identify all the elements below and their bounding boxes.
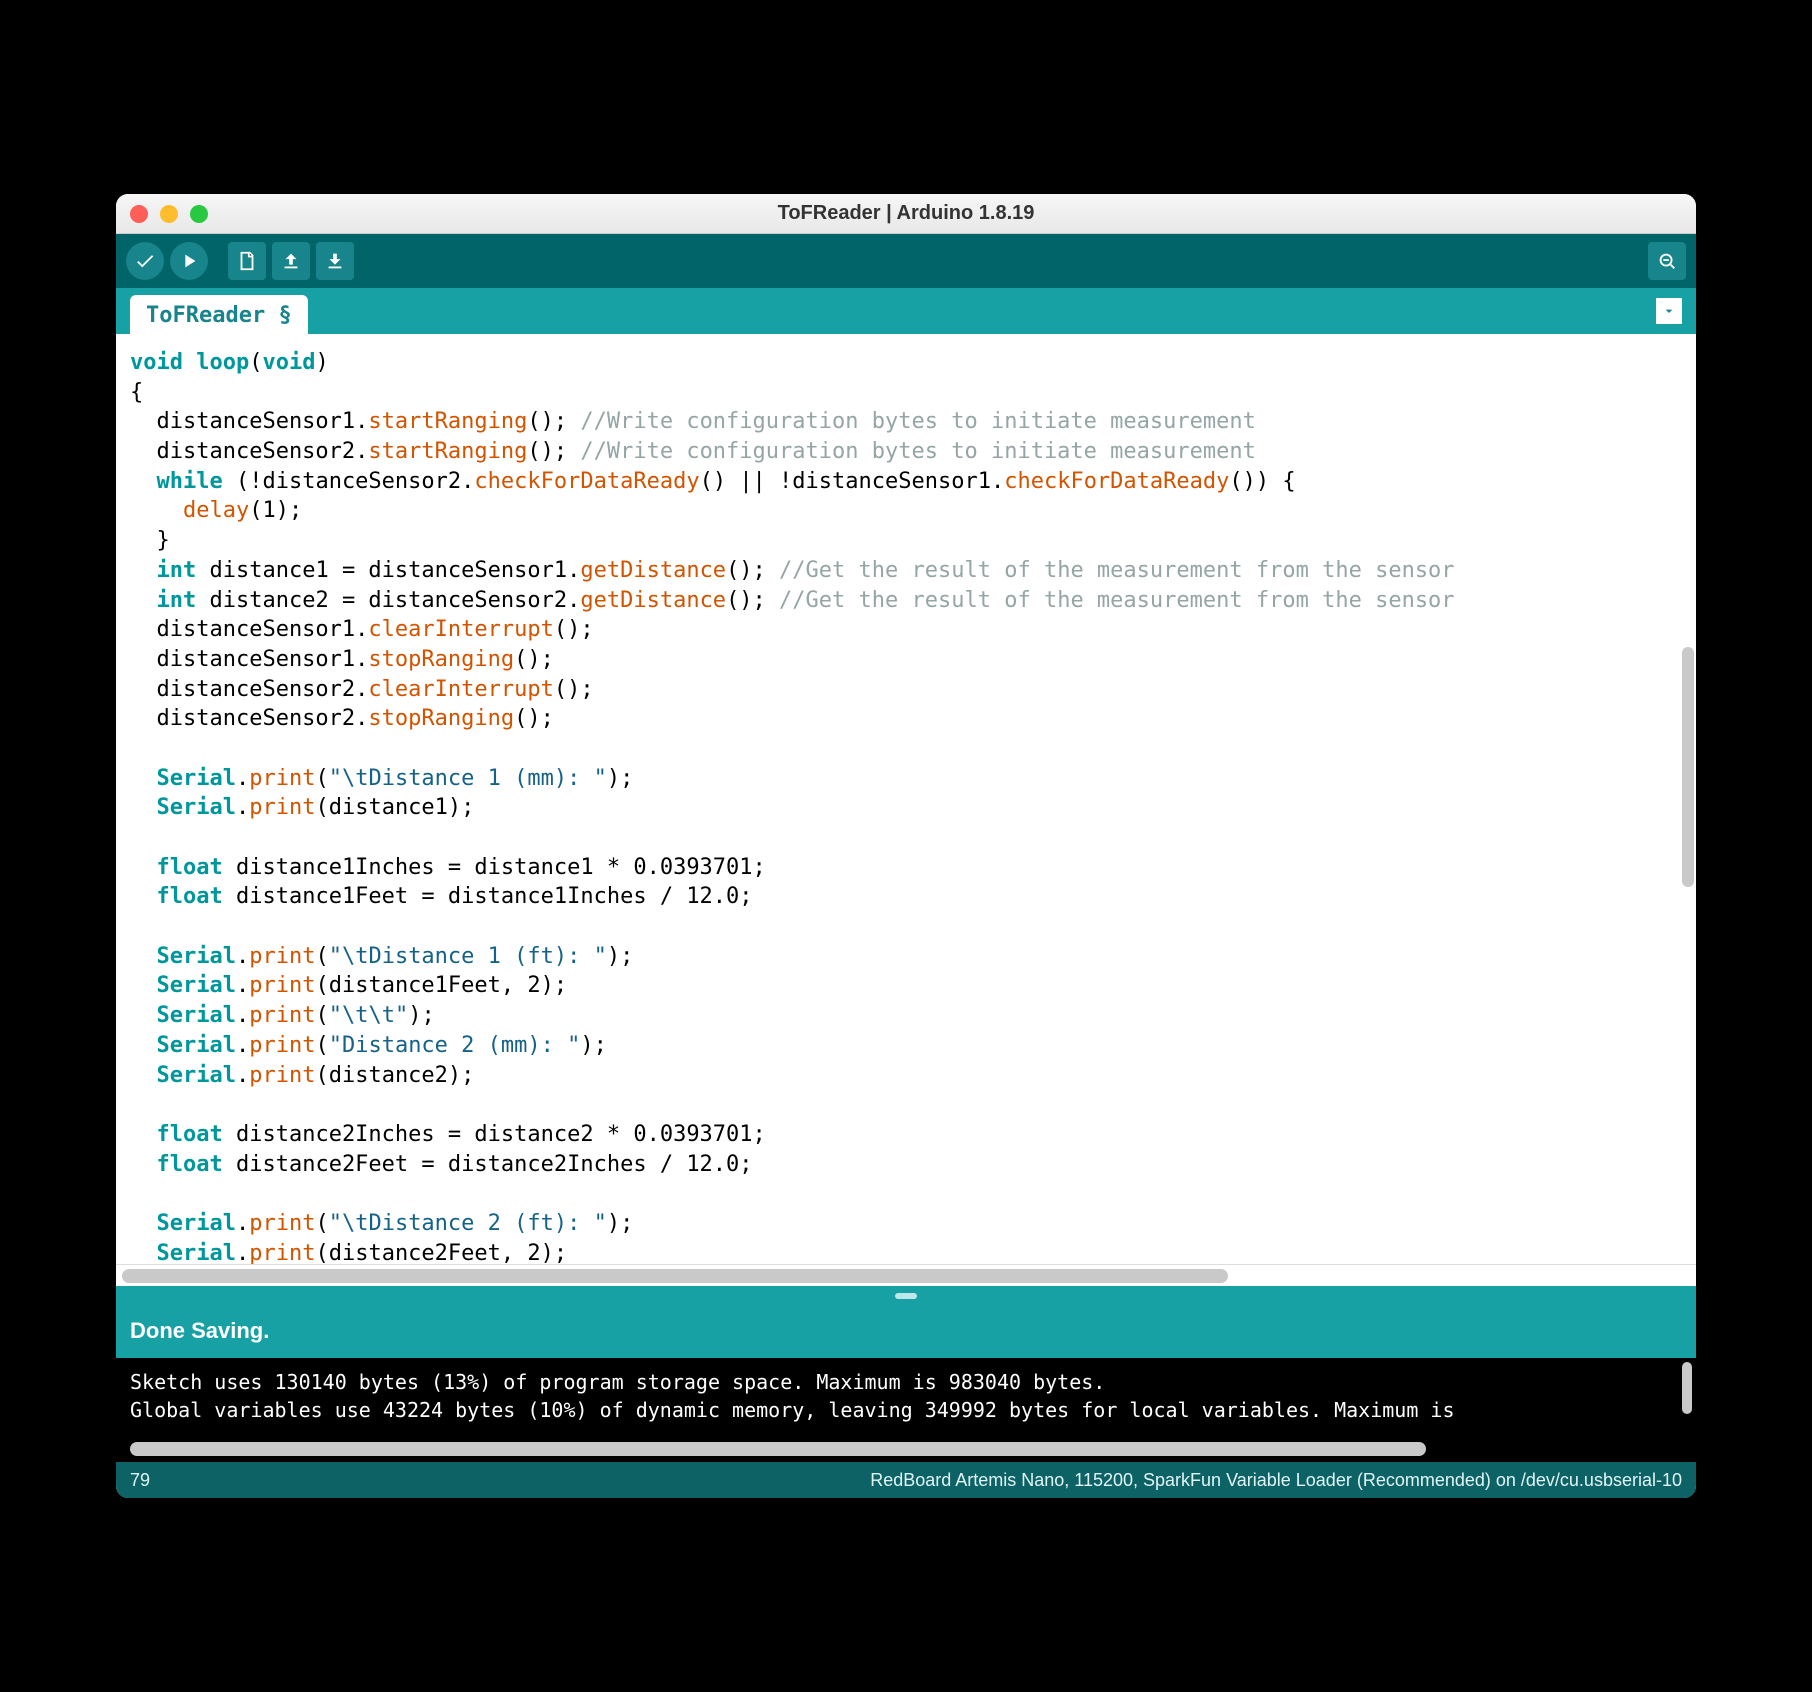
- serial-monitor-button[interactable]: [1648, 242, 1686, 280]
- console-line: Global variables use 43224 bytes (10%) o…: [130, 1398, 1467, 1422]
- new-sketch-button[interactable]: [228, 242, 266, 280]
- verify-button[interactable]: [126, 242, 164, 280]
- board-port-info: RedBoard Artemis Nano, 115200, SparkFun …: [870, 1470, 1682, 1491]
- zoom-window-button[interactable]: [190, 205, 208, 223]
- upload-button[interactable]: [170, 242, 208, 280]
- save-sketch-button[interactable]: [316, 242, 354, 280]
- tab-menu-button[interactable]: [1656, 298, 1682, 324]
- open-sketch-button[interactable]: [272, 242, 310, 280]
- toolbar: [116, 234, 1696, 288]
- titlebar: ToFReader | Arduino 1.8.19: [116, 194, 1696, 234]
- arduino-ide-window: ToFReader | Arduino 1.8.19 ToFReader § v…: [116, 194, 1696, 1498]
- status-message: Done Saving.: [130, 1318, 269, 1343]
- line-number-indicator: 79: [130, 1470, 150, 1491]
- tab-strip: ToFReader §: [116, 288, 1696, 334]
- editor-area: void loop(void) { distanceSensor1.startR…: [116, 334, 1696, 1286]
- status-bar: Done Saving.: [116, 1306, 1696, 1358]
- editor-vertical-scrollbar[interactable]: [1682, 342, 1694, 1278]
- window-title: ToFReader | Arduino 1.8.19: [116, 202, 1696, 225]
- sketch-tab[interactable]: ToFReader §: [130, 295, 308, 334]
- console-vertical-scrollbar[interactable]: [1682, 1362, 1692, 1414]
- footer-bar: 79 RedBoard Artemis Nano, 115200, SparkF…: [116, 1462, 1696, 1498]
- console-line: Sketch uses 130140 bytes (13%) of progra…: [130, 1370, 1105, 1394]
- traffic-lights: [130, 205, 208, 223]
- editor-horizontal-scrollbar[interactable]: [116, 1264, 1696, 1286]
- console-horizontal-scrollbar[interactable]: [116, 1436, 1696, 1462]
- code-editor[interactable]: void loop(void) { distanceSensor1.startR…: [116, 334, 1696, 1264]
- close-window-button[interactable]: [130, 205, 148, 223]
- output-console[interactable]: Sketch uses 130140 bytes (13%) of progra…: [116, 1358, 1696, 1436]
- splitter-handle[interactable]: [116, 1286, 1696, 1306]
- minimize-window-button[interactable]: [160, 205, 178, 223]
